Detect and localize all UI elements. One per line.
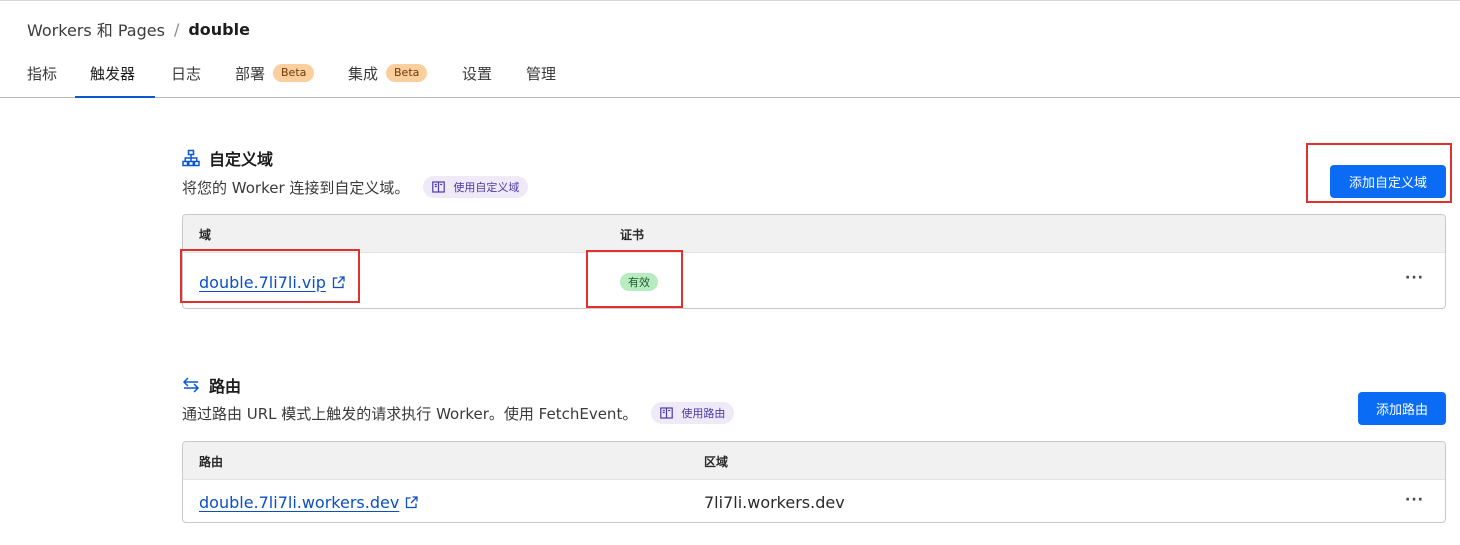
- custom-domains-title: 自定义域: [182, 146, 273, 170]
- tab-logs[interactable]: 日志: [171, 52, 201, 98]
- column-header-certificate: 证书: [620, 228, 645, 242]
- table-header: 域 证书: [183, 215, 1445, 253]
- tab-triggers[interactable]: 触发器: [75, 52, 155, 98]
- tab-metrics[interactable]: 指标: [27, 52, 57, 98]
- column-header-route: 路由: [199, 455, 224, 469]
- section-title-text: 自定义域: [209, 150, 274, 169]
- tab-label: 日志: [171, 65, 202, 83]
- swap-arrows-icon: [182, 376, 200, 394]
- section-title-text: 路由: [209, 377, 242, 396]
- table-header: 路由 区域: [183, 442, 1445, 480]
- beta-badge: Beta: [273, 64, 315, 82]
- book-icon: [432, 181, 446, 193]
- tab-label: 集成: [348, 65, 379, 83]
- beta-badge: Beta: [386, 64, 428, 82]
- tab-label: 部署: [235, 65, 266, 83]
- top-divider: [0, 0, 1460, 1]
- tab-settings[interactable]: 设置: [462, 52, 492, 98]
- add-route-button[interactable]: 添加路由: [1358, 392, 1446, 425]
- tab-label: 指标: [27, 65, 58, 83]
- tab-label: 设置: [462, 65, 493, 83]
- tab-label: 触发器: [90, 65, 136, 83]
- custom-domains-description: 将您的 Worker 连接到自定义域。 使用自定义域: [182, 176, 529, 198]
- zone-cell: 7li7li.workers.dev: [704, 492, 845, 512]
- column-header-domain: 域: [199, 228, 212, 242]
- button-label: 添加路由: [1375, 403, 1428, 418]
- book-icon: [660, 407, 674, 419]
- doc-link-label: 使用路由: [681, 407, 726, 420]
- breadcrumb: Workers 和 Pages / double: [27, 17, 250, 41]
- highlight-box: [1306, 143, 1452, 203]
- tab-bar: 指标 触发器 日志 部署 Beta 集成 Beta 设置 管理: [0, 52, 1460, 98]
- breadcrumb-current: double: [188, 19, 250, 39]
- tab-deployments[interactable]: 部署 Beta: [235, 52, 315, 98]
- column-header-zone: 区域: [704, 455, 729, 469]
- sitemap-icon: [182, 149, 200, 167]
- tab-label: 管理: [526, 65, 557, 83]
- route-link[interactable]: double.7li7li.workers.dev: [199, 493, 399, 512]
- breadcrumb-parent-link[interactable]: Workers 和 Pages: [27, 17, 165, 41]
- custom-domains-doc-link[interactable]: 使用自定义域: [423, 176, 529, 198]
- description-text: 通过路由 URL 模式上触发的请求执行 Worker。使用 FetchEvent…: [182, 404, 638, 423]
- highlight-box: [180, 249, 360, 303]
- routes-description: 通过路由 URL 模式上触发的请求执行 Worker。使用 FetchEvent…: [182, 402, 735, 424]
- route-cell: double.7li7li.workers.dev: [199, 490, 418, 514]
- custom-domains-table: 域 证书 double.7li7li.vip 有效 ···: [182, 214, 1446, 309]
- routes-table: 路由 区域 double.7li7li.workers.dev 7li7li.w…: [182, 441, 1446, 523]
- doc-link-label: 使用自定义域: [453, 181, 520, 194]
- highlight-box: [586, 250, 683, 308]
- routes-title: 路由: [182, 373, 241, 397]
- tab-manage[interactable]: 管理: [526, 52, 556, 98]
- routes-doc-link[interactable]: 使用路由: [651, 402, 735, 424]
- external-link-icon[interactable]: [405, 495, 418, 509]
- breadcrumb-separator: /: [173, 19, 180, 39]
- row-menu-button[interactable]: ···: [1405, 492, 1424, 508]
- tab-integrations[interactable]: 集成 Beta: [348, 52, 428, 98]
- row-menu-button[interactable]: ···: [1405, 270, 1424, 286]
- description-text: 将您的 Worker 连接到自定义域。: [182, 178, 410, 197]
